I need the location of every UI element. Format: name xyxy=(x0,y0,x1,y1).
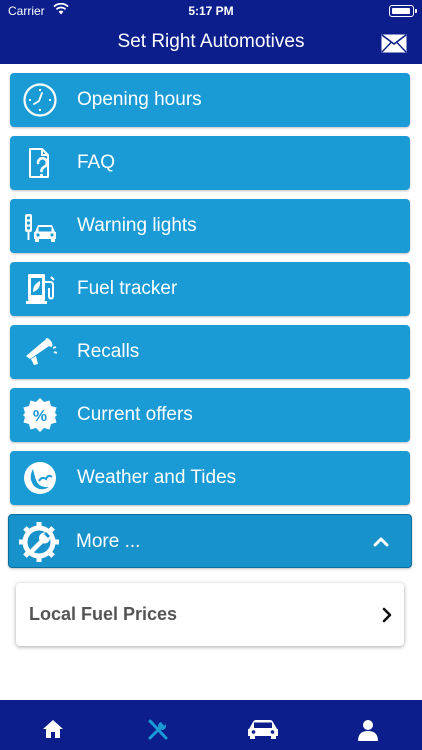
megaphone-icon xyxy=(26,338,58,365)
submenu-item-local-fuel-prices[interactable]: Local Fuel Prices xyxy=(16,583,404,646)
more-toggle[interactable]: More ... xyxy=(8,514,412,568)
tools-icon xyxy=(147,719,167,740)
tab-car[interactable] xyxy=(210,700,315,750)
chevron-right-icon xyxy=(382,607,392,623)
clock-icon xyxy=(23,83,57,117)
battery-icon xyxy=(389,5,417,17)
profile-icon xyxy=(357,720,378,741)
chevron-up-icon xyxy=(373,537,389,547)
menu-item-label: Warning lights xyxy=(77,215,197,236)
clock-time: 5:17 PM xyxy=(188,4,234,18)
submenu-item-label: Local Fuel Prices xyxy=(29,604,178,624)
main-menu: Opening hours FAQ Warning lights Fuel tr… xyxy=(8,73,412,577)
menu-item-current-offers[interactable]: % Current offers xyxy=(10,388,410,442)
tab-home[interactable] xyxy=(0,700,105,750)
home-icon xyxy=(42,720,63,738)
mail-icon[interactable] xyxy=(381,34,407,53)
status-bar: Carrier 5:17 PM xyxy=(0,0,422,22)
percent-badge-icon: % xyxy=(23,398,57,432)
tab-tools[interactable] xyxy=(105,700,210,750)
traffic-light-car-icon xyxy=(25,214,56,242)
page-title: Set Right Automotives xyxy=(117,31,305,52)
weather-icon xyxy=(24,462,56,494)
tab-bar xyxy=(0,700,422,750)
menu-item-weather-tides[interactable]: Weather and Tides xyxy=(10,451,410,505)
menu-item-recalls[interactable]: Recalls xyxy=(10,325,410,379)
top-bar: Carrier 5:17 PM Set Right Automotives xyxy=(0,0,422,64)
menu-item-label: FAQ xyxy=(77,152,116,173)
svg-text:%: % xyxy=(33,408,47,425)
menu-item-label: Weather and Tides xyxy=(77,467,237,488)
menu-item-warning-lights[interactable]: Warning lights xyxy=(10,199,410,253)
menu-item-opening-hours[interactable]: Opening hours xyxy=(10,73,410,127)
menu-item-label: Fuel tracker xyxy=(77,278,178,299)
gear-wrench-icon xyxy=(19,522,59,562)
menu-item-label: Recalls xyxy=(77,341,140,362)
menu-item-label: Opening hours xyxy=(77,89,202,110)
menu-item-fuel-tracker[interactable]: Fuel tracker xyxy=(10,262,410,316)
faq-document-icon xyxy=(29,148,49,178)
more-label: More ... xyxy=(76,531,141,552)
fuel-pump-icon xyxy=(26,274,55,304)
tab-profile[interactable] xyxy=(315,700,420,750)
menu-item-faq[interactable]: FAQ xyxy=(10,136,410,190)
menu-item-label: Current offers xyxy=(77,404,193,425)
car-icon xyxy=(247,720,278,739)
